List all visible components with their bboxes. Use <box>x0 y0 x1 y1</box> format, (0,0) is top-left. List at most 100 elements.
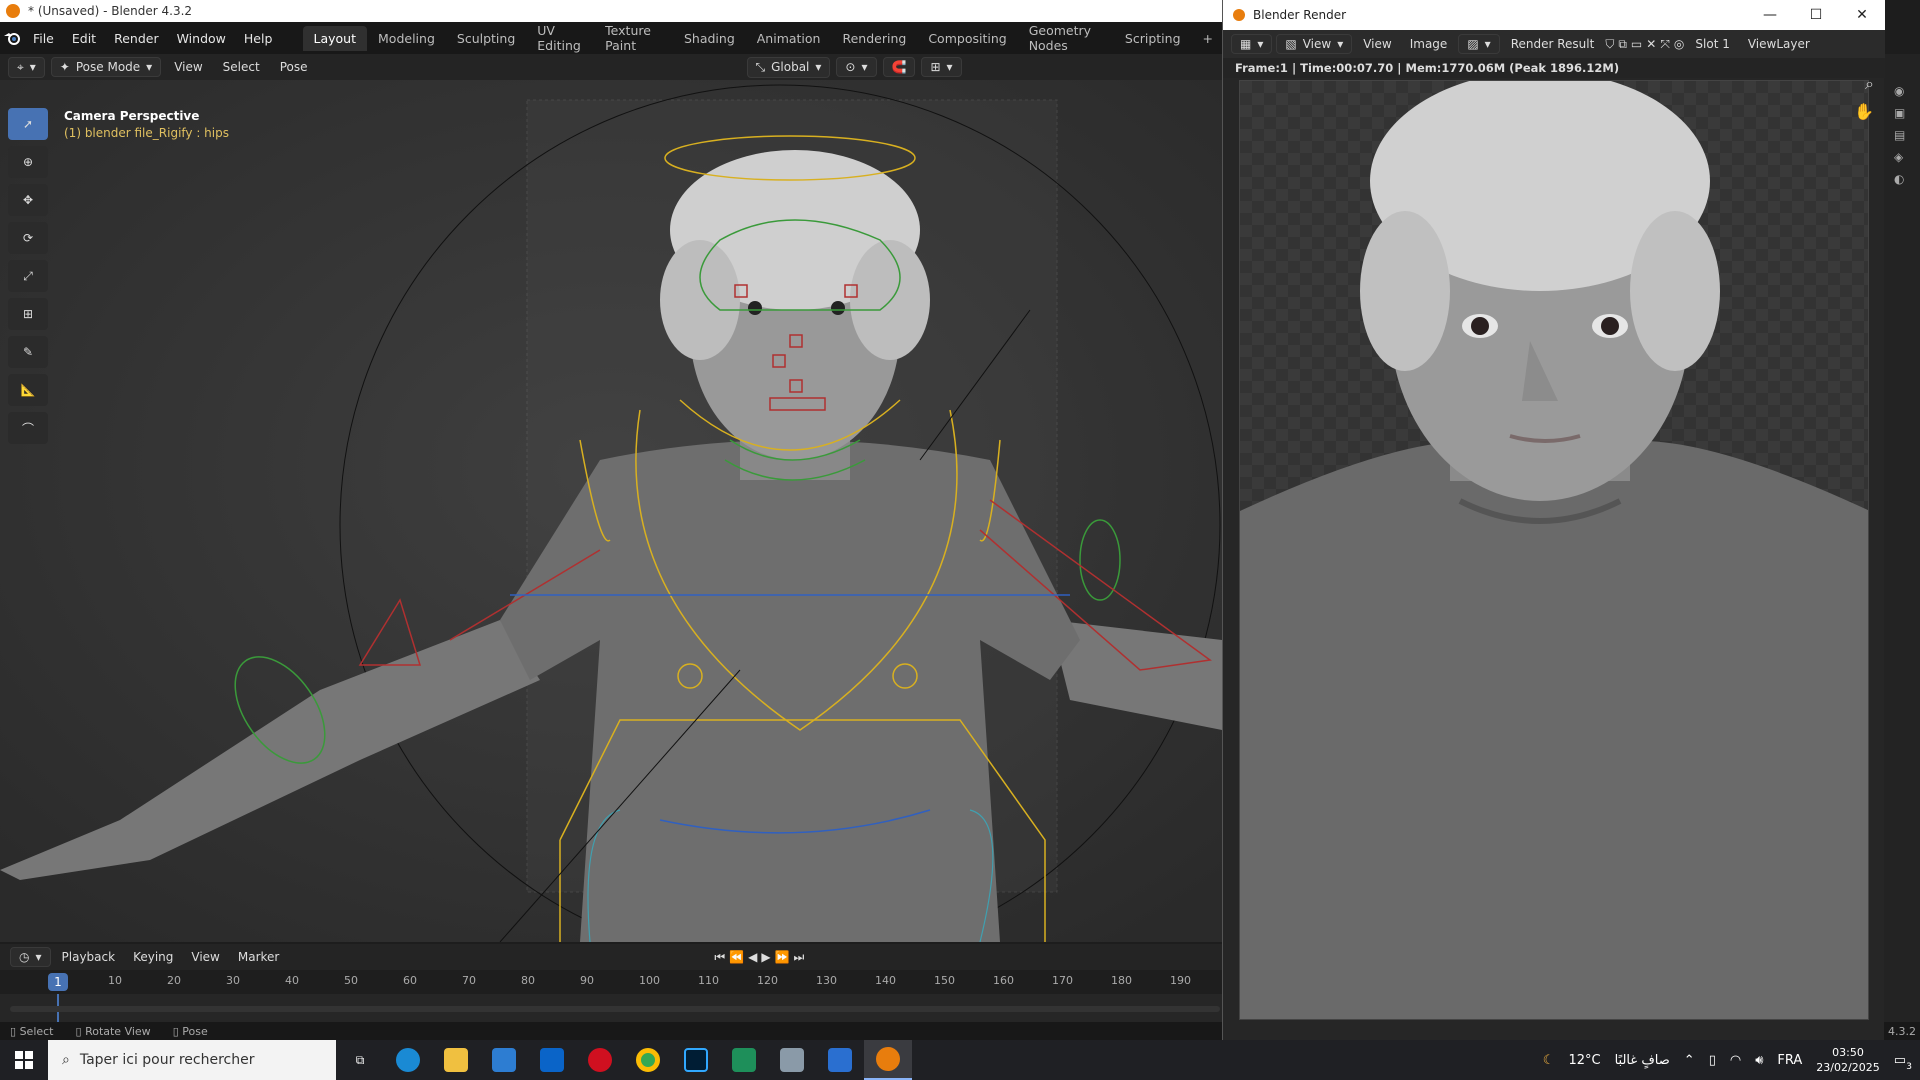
timeline-ruler[interactable]: 1 10 20 30 40 50 60 70 80 90 100 110 120 130 140 150 16… <box>0 970 1222 994</box>
chrome-icon[interactable] <box>624 1040 672 1080</box>
timeline-editor-type[interactable]: ◷ ▾ <box>10 947 51 967</box>
fake-user-icon[interactable]: ⛉ <box>1605 37 1614 52</box>
minimize-button[interactable]: — <box>1747 0 1793 30</box>
play-reverse-icon[interactable]: ◀ <box>748 950 757 964</box>
outlook-icon[interactable] <box>528 1040 576 1080</box>
scene-props-icon[interactable]: ◈ <box>1894 150 1905 164</box>
move-tool[interactable]: ✥ <box>8 184 48 216</box>
timeline-scrollbar[interactable] <box>10 1006 1220 1012</box>
menu-playback[interactable]: Playback <box>55 950 123 964</box>
speaker-icon[interactable]: 🔊︎ <box>1755 1053 1763 1068</box>
taskbar-search-box[interactable]: ⌕ Taper ici pour rechercher <box>48 1040 336 1080</box>
annotate-tool[interactable]: ✎ <box>8 336 48 368</box>
tab-texture-paint[interactable]: Texture Paint <box>594 18 673 58</box>
select-box-tool[interactable]: ➚ <box>8 108 48 140</box>
menu-render[interactable]: Render <box>105 31 168 46</box>
language-indicator[interactable]: FRA <box>1777 1053 1802 1068</box>
jump-keyframe-back-icon[interactable]: ⏪ <box>729 950 744 964</box>
maximize-button[interactable]: ☐ <box>1793 0 1839 30</box>
unlink-image-icon[interactable]: ✕ <box>1646 37 1656 51</box>
cursor-tool[interactable]: ⊕ <box>8 146 48 178</box>
tab-modeling[interactable]: Modeling <box>367 26 446 51</box>
transform-tool[interactable]: ⊞ <box>8 298 48 330</box>
tab-compositing[interactable]: Compositing <box>917 26 1017 51</box>
3d-viewport[interactable] <box>0 80 1222 942</box>
tab-layout[interactable]: Layout <box>302 25 368 51</box>
render-result-image[interactable] <box>1239 80 1869 1020</box>
render-result-name[interactable]: Render Result <box>1504 37 1602 51</box>
menu-window[interactable]: Window <box>168 31 235 46</box>
overlay-toggle-icon[interactable]: ◎ <box>1674 37 1684 51</box>
store-icon[interactable] <box>480 1040 528 1080</box>
weather-temp[interactable]: 12°C <box>1568 1053 1600 1068</box>
snap-target-dropdown[interactable]: ⊞ ▾ <box>921 57 962 77</box>
tab-geometry-nodes[interactable]: Geometry Nodes <box>1018 18 1114 58</box>
zoom-icon[interactable]: ⌕ <box>1865 74 1874 94</box>
menu-help[interactable]: Help <box>235 31 282 46</box>
menu-marker[interactable]: Marker <box>231 950 286 964</box>
tab-scripting[interactable]: Scripting <box>1114 26 1192 51</box>
chevron-up-icon[interactable]: ⌃ <box>1684 1053 1695 1068</box>
photoshop-icon[interactable] <box>672 1040 720 1080</box>
close-button[interactable]: ✕ <box>1839 0 1885 30</box>
image-browse-dropdown[interactable]: ▨ ▾ <box>1458 34 1500 54</box>
menu-image[interactable]: Image <box>1403 37 1455 51</box>
menu-keying[interactable]: Keying <box>126 950 180 964</box>
jump-end-icon[interactable]: ⏭ <box>794 950 805 965</box>
blender-menu-icon[interactable] <box>0 28 24 48</box>
edge-icon[interactable] <box>384 1040 432 1080</box>
opera-icon[interactable] <box>576 1040 624 1080</box>
render-props-icon[interactable]: ◉ <box>1894 84 1905 98</box>
task-view-icon[interactable]: ⧉ <box>336 1040 384 1080</box>
app-mail-icon[interactable] <box>768 1040 816 1080</box>
weather-text[interactable]: صافٍ غالبًا <box>1615 1053 1670 1068</box>
menu-select[interactable]: Select <box>216 60 267 74</box>
snapping-toggle[interactable]: 🧲 <box>882 57 916 77</box>
notification-icon[interactable]: ▭ 3 <box>1894 1053 1912 1072</box>
weather-icon[interactable]: ☾ <box>1543 1053 1555 1068</box>
menu-timeline-view[interactable]: View <box>184 950 226 964</box>
tab-uv-editing[interactable]: UV Editing <box>526 18 594 58</box>
start-button[interactable] <box>0 1040 48 1080</box>
menu-edit[interactable]: Edit <box>63 31 105 46</box>
pivot-point-dropdown[interactable]: ⊙ ▾ <box>836 57 877 77</box>
output-props-icon[interactable]: ▣ <box>1894 106 1905 120</box>
app-m-icon[interactable] <box>720 1040 768 1080</box>
view-layer-icon[interactable]: ▤ <box>1894 128 1905 142</box>
current-frame-indicator[interactable]: 1 <box>48 973 68 991</box>
timeline-body[interactable] <box>0 994 1222 1024</box>
new-image-icon[interactable]: ⧉ <box>1618 37 1627 52</box>
add-workspace-button[interactable]: + <box>1192 26 1224 51</box>
scale-tool[interactable]: ⤢ <box>8 260 48 292</box>
jump-keyframe-forward-icon[interactable]: ⏩ <box>775 950 790 964</box>
wifi-icon[interactable]: ◠ <box>1730 1053 1741 1068</box>
pan-hand-icon[interactable]: ✋ <box>1854 102 1874 121</box>
tab-rendering[interactable]: Rendering <box>831 26 917 51</box>
editor-type-dropdown[interactable]: ⌖ ▾ <box>8 56 45 78</box>
tab-shading[interactable]: Shading <box>673 26 746 51</box>
file-explorer-icon[interactable] <box>432 1040 480 1080</box>
world-props-icon[interactable]: ◐ <box>1894 172 1905 186</box>
menu-image-view[interactable]: View <box>1356 37 1398 51</box>
slot-dropdown[interactable]: Slot 1 <box>1688 37 1736 51</box>
open-image-icon[interactable]: ▭ <box>1631 37 1642 51</box>
blender-taskbar-icon[interactable] <box>864 1040 912 1080</box>
menu-view[interactable]: View <box>167 60 209 74</box>
gizmo-toggle-icon[interactable]: ⤧ <box>1660 37 1670 52</box>
relax-pose-tool[interactable]: ⌒ <box>8 412 48 444</box>
menu-file[interactable]: File <box>24 31 63 46</box>
view-mode-dropdown[interactable]: ▧ View ▾ <box>1276 34 1353 54</box>
measure-tool[interactable]: 📐 <box>8 374 48 406</box>
play-icon[interactable]: ▶ <box>761 950 770 964</box>
tab-animation[interactable]: Animation <box>746 26 832 51</box>
app-blue-icon[interactable] <box>816 1040 864 1080</box>
image-editor-type[interactable]: ▦ ▾ <box>1231 34 1273 54</box>
tab-sculpting[interactable]: Sculpting <box>446 26 526 51</box>
view-layer-dropdown[interactable]: ViewLayer <box>1741 37 1817 51</box>
rotate-tool[interactable]: ⟳ <box>8 222 48 254</box>
transform-orientation-dropdown[interactable]: ⤡ Global ▾ <box>746 56 831 78</box>
mode-dropdown[interactable]: ✦ Pose Mode ▾ <box>50 57 162 77</box>
jump-start-icon[interactable]: ⏮ <box>714 950 725 965</box>
menu-pose[interactable]: Pose <box>273 60 315 74</box>
device-icon[interactable]: ▯ <box>1709 1053 1716 1068</box>
